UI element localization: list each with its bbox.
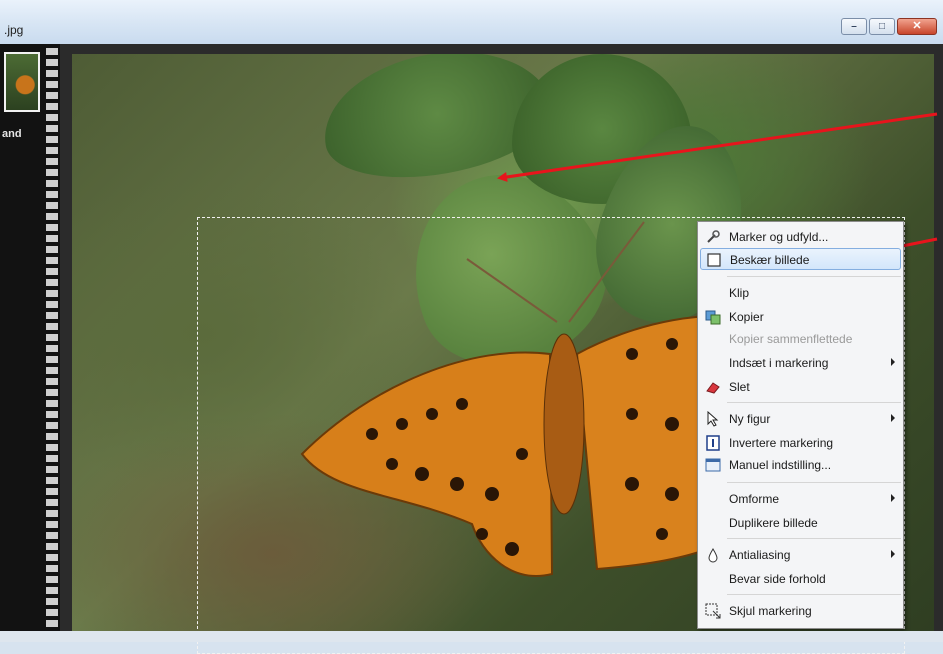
menu-item-label: Kopier (729, 310, 764, 324)
minimize-icon: – (851, 21, 857, 32)
menu-item-duplicate-image[interactable]: Duplikere billede (700, 512, 901, 534)
maximize-icon: □ (878, 21, 886, 32)
droplet-icon (708, 548, 718, 563)
title-bar: .jpg – □ ✕ (0, 0, 943, 45)
invert-selection-icon (706, 435, 720, 451)
menu-item-new-shape[interactable]: Ny figur (700, 408, 901, 430)
menu-separator (727, 402, 901, 403)
menu-item-hide-selection[interactable]: Skjul markering (700, 600, 901, 622)
submenu-arrow-icon (891, 494, 895, 502)
menu-item-crop-image[interactable]: Beskær billede (700, 248, 901, 270)
submenu-arrow-icon (891, 358, 895, 366)
menu-item-keep-aspect-ratio[interactable]: Bevar side forhold (700, 568, 901, 590)
menu-item-label: Indsæt i markering (729, 356, 829, 370)
menu-item-mark-fill[interactable]: Marker og udfyld... (700, 226, 901, 248)
magic-wand-icon (707, 230, 720, 243)
window-title: .jpg (4, 23, 24, 37)
menu-item-label: Manuel indstilling... (729, 458, 832, 472)
window-settings-icon (705, 458, 721, 472)
menu-item-delete[interactable]: Slet (700, 376, 901, 398)
close-icon: ✕ (912, 20, 922, 32)
menu-item-label: Omforme (729, 492, 780, 506)
menu-item-label: Marker og udfyld... (729, 230, 829, 244)
menu-item-copy[interactable]: Kopier (700, 306, 901, 328)
pointer-icon (707, 411, 719, 427)
work-area: and Marker og udfyld... Beskær billede K… (0, 44, 943, 654)
menu-separator (727, 538, 901, 539)
maximize-button[interactable]: □ (869, 18, 895, 35)
menu-item-manual-setting[interactable]: Manuel indstilling... (700, 454, 901, 476)
menu-item-label: Invertere markering (729, 436, 834, 450)
hide-selection-icon (705, 603, 721, 619)
menu-item-label: Kopier sammenflettede (729, 332, 853, 346)
menu-separator (727, 482, 901, 483)
status-bar (0, 631, 943, 642)
submenu-arrow-icon (891, 414, 895, 422)
menu-separator (727, 276, 901, 277)
crop-icon (707, 253, 721, 267)
menu-item-label: Duplikere billede (729, 516, 818, 530)
submenu-arrow-icon (891, 550, 895, 558)
menu-item-label: Ny figur (729, 412, 771, 426)
menu-item-label: Beskær billede (730, 253, 810, 267)
menu-item-paste-into-selection[interactable]: Indsæt i markering (700, 352, 901, 374)
annotation-arrow-selection (497, 112, 938, 182)
eraser-icon (706, 382, 720, 394)
menu-item-label: Bevar side forhold (729, 572, 826, 586)
copy-icon (705, 310, 721, 325)
menu-item-invert-selection[interactable]: Invertere markering (700, 432, 901, 454)
menu-separator (727, 594, 901, 595)
context-menu: Marker og udfyld... Beskær billede Klip … (697, 221, 904, 629)
menu-item-transform[interactable]: Omforme (700, 488, 901, 510)
menu-item-label: Klip (729, 286, 750, 300)
menu-item-copy-merged: Kopier sammenflettede (700, 328, 901, 350)
menu-item-cut[interactable]: Klip (700, 282, 901, 304)
menu-item-label: Skjul markering (729, 604, 812, 618)
minimize-button[interactable]: – (841, 18, 867, 35)
menu-item-antialiasing[interactable]: Antialiasing (700, 544, 901, 566)
menu-item-label: Antialiasing (729, 548, 791, 562)
close-button[interactable]: ✕ (897, 18, 937, 35)
window-controls: – □ ✕ (841, 18, 937, 35)
menu-item-label: Slet (729, 380, 750, 394)
